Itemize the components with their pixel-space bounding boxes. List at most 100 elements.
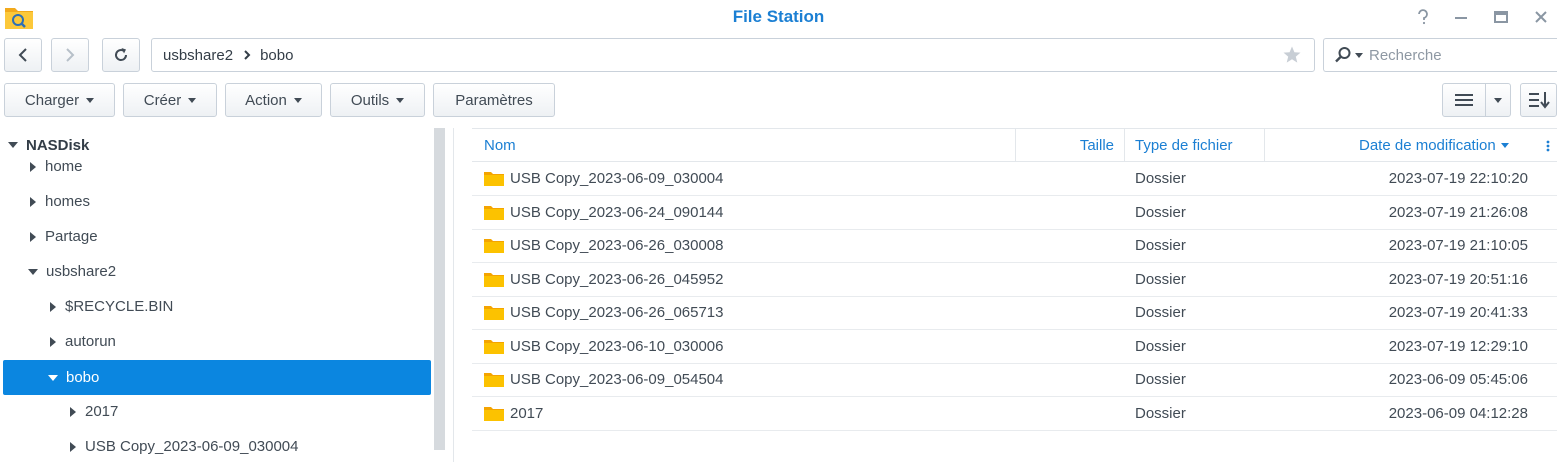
table-row[interactable]: USB Copy_2023-06-09_030004 Dossier 2023-… [472,162,1557,196]
file-modified: 2023-07-19 20:51:16 [1388,271,1528,288]
action-button[interactable]: Action [225,83,322,117]
sort-button[interactable] [1520,83,1557,117]
star-icon[interactable] [1282,45,1302,65]
table-row[interactable]: USB Copy_2023-06-26_045952 Dossier 2023-… [472,263,1557,297]
folder-icon [484,172,504,186]
chevron-down-icon [293,97,302,103]
refresh-button[interactable] [102,38,140,72]
folder-icon [484,239,504,253]
folder-icon [484,206,504,220]
column-header-size[interactable]: Taille [1016,129,1114,162]
create-button-label: Créer [143,91,182,109]
column-header-modified[interactable]: Date de modification [1359,129,1509,162]
file-name: USB Copy_2023-06-26_030008 [510,237,724,254]
tree-node-bobo[interactable]: bobo [3,360,431,395]
table-row[interactable]: USB Copy_2023-06-09_054504 Dossier 2023-… [472,363,1557,397]
collapse-icon[interactable] [50,301,56,312]
tree-scrollbar[interactable] [434,128,445,450]
table-header: Nom Taille Type de fichier Date de modif… [472,128,1557,162]
tree-node-usbshare2[interactable]: usbshare2 [0,254,431,289]
tree-node-recycle-bin[interactable]: $RECYCLE.BIN [0,289,431,324]
collapse-icon[interactable] [30,196,36,207]
file-name: 2017 [510,405,544,422]
table-row[interactable]: USB Copy_2023-06-26_065713 Dossier 2023-… [472,296,1557,330]
action-button-label: Action [245,91,287,109]
file-type: Dossier [1135,338,1186,355]
table-row[interactable]: USB Copy_2023-06-26_030008 Dossier 2023-… [472,229,1557,263]
minimize-icon[interactable] [1450,6,1472,28]
chevron-down-icon [188,97,197,103]
file-size [1016,330,1114,363]
file-size [1016,296,1114,329]
upload-button[interactable]: Charger [4,83,115,117]
settings-button[interactable]: Paramètres [433,83,555,117]
search-box[interactable] [1323,38,1557,72]
tree-node-home[interactable]: home [0,149,431,184]
table-row[interactable]: USB Copy_2023-06-10_030006 Dossier 2023-… [472,330,1557,364]
table-row[interactable]: USB Copy_2023-06-24_090144 Dossier 2023-… [472,196,1557,230]
column-header-name[interactable]: Nom [484,129,516,162]
tree-node-homes[interactable]: homes [0,184,431,219]
file-type: Dossier [1135,405,1186,422]
collapse-icon[interactable] [70,406,76,417]
tree-node-2017[interactable]: 2017 [0,394,431,429]
tree-node-autorun[interactable]: autorun [0,324,431,359]
tree-node-label: usbshare2 [46,263,117,280]
maximize-icon[interactable] [1490,6,1512,28]
collapse-icon[interactable] [30,231,36,242]
collapse-icon[interactable] [70,441,76,452]
column-header-modified-label: Date de modification [1359,137,1496,154]
chevron-down-icon[interactable] [1355,52,1363,58]
list-view-icon[interactable] [1443,84,1486,116]
view-mode-button[interactable] [1442,83,1511,117]
expand-icon[interactable] [28,268,38,275]
file-name-cell: USB Copy_2023-06-24_090144 [483,196,724,229]
window-title: File Station [732,7,825,26]
column-divider[interactable] [1124,129,1125,162]
folder-icon [484,373,504,387]
file-name: USB Copy_2023-06-24_090144 [510,204,724,221]
collapse-icon[interactable] [30,161,36,172]
path-segment-bobo[interactable]: bobo [260,47,293,64]
file-name-cell: USB Copy_2023-06-26_045952 [483,263,724,296]
back-button[interactable] [4,38,42,72]
tree-node-usb-copy[interactable]: USB Copy_2023-06-09_030004 [0,429,431,462]
tree-node-label: home [45,158,83,175]
search-icon[interactable] [1334,46,1352,64]
table-row[interactable]: 2017 Dossier 2023-06-09 04:12:28 [472,397,1557,431]
sort-icon [1528,92,1550,109]
chevron-down-icon[interactable] [1494,97,1502,103]
file-name-cell: USB Copy_2023-06-10_030006 [483,330,724,363]
column-header-type[interactable]: Type de fichier [1135,129,1233,162]
file-name: USB Copy_2023-06-26_045952 [510,271,724,288]
file-modified: 2023-07-19 20:41:33 [1388,304,1528,321]
file-name-cell: USB Copy_2023-06-09_030004 [483,162,724,195]
folder-icon [484,340,504,354]
file-name-cell: USB Copy_2023-06-26_065713 [483,296,724,329]
tree-node-label: 2017 [85,403,119,420]
file-type: Dossier [1135,371,1186,388]
collapse-icon[interactable] [50,336,56,347]
file-name-cell: 2017 [483,397,543,430]
forward-button[interactable] [51,38,89,72]
help-icon[interactable] [1412,6,1434,28]
file-modified: 2023-06-09 05:45:06 [1388,371,1528,388]
tree-node-label: homes [45,193,91,210]
file-size [1016,162,1114,195]
path-segment-usbshare2[interactable]: usbshare2 [163,47,233,64]
tree-node-partage[interactable]: Partage [0,219,431,254]
file-size [1016,263,1114,296]
folder-icon [484,407,504,421]
create-button[interactable]: Créer [123,83,217,117]
file-size [1016,229,1114,262]
tree-node-label: bobo [66,369,100,386]
panel-divider[interactable] [453,128,454,462]
search-input[interactable] [1369,46,1549,64]
column-options-icon[interactable] [1546,129,1550,162]
expand-icon[interactable] [48,374,58,381]
tools-button[interactable]: Outils [330,83,425,117]
column-divider[interactable] [1264,129,1265,162]
close-icon[interactable] [1530,6,1552,28]
expand-icon[interactable] [8,142,18,148]
path-bar[interactable]: usbshare2 bobo [151,38,1315,72]
